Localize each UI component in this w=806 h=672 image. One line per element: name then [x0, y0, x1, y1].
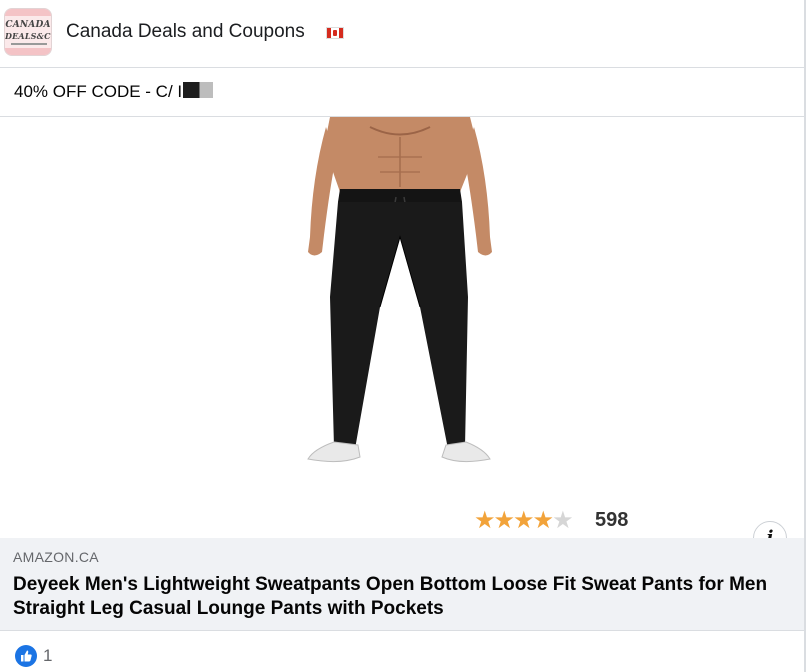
page-name-link[interactable]: Canada Deals and Coupons: [66, 21, 305, 43]
canada-flag-icon: [326, 27, 344, 39]
redacted-code-block: [183, 82, 213, 98]
thumbs-up-icon: [15, 645, 37, 667]
post-text-content: 40% OFF CODE - C/ IFT: [14, 82, 203, 101]
avatar-logo-text-1: CANADA: [5, 20, 51, 30]
avatar-stripe: [5, 9, 51, 16]
reactions-bar[interactable]: 1: [0, 631, 804, 672]
like-count: 1: [43, 646, 53, 665]
post-header: CANADA DEALS&COUPONS Canada Deals and Co…: [0, 0, 804, 66]
page-avatar[interactable]: CANADA DEALS&COUPONS: [4, 8, 52, 56]
product-image-link[interactable]: [0, 117, 804, 538]
star-icon: ★: [532, 507, 554, 534]
link-domain: AMAZON.CA: [13, 549, 99, 565]
star-icon: ★: [552, 507, 573, 534]
link-title[interactable]: Deyeek Men's Lightweight Sweatpants Open…: [13, 573, 783, 621]
post-text: 40% OFF CODE - C/ IFT: [0, 68, 804, 116]
link-preview[interactable]: AMAZON.CA Deyeek Men's Lightweight Sweat…: [0, 538, 804, 630]
star-icon: ★: [474, 507, 495, 534]
star-rating-icons: ★★★★★: [474, 506, 574, 535]
post-card: CANADA DEALS&COUPONS Canada Deals and Co…: [0, 0, 806, 672]
avatar-stripe: [5, 48, 51, 55]
star-icon: ★: [513, 507, 534, 534]
rating-count: 598: [595, 509, 629, 531]
star-icon: ★: [493, 507, 515, 534]
avatar-logo-text-2: DEALS&COUPONS: [5, 31, 51, 41]
avatar-logo-rule: [11, 43, 47, 45]
product-image: [307, 117, 492, 463]
